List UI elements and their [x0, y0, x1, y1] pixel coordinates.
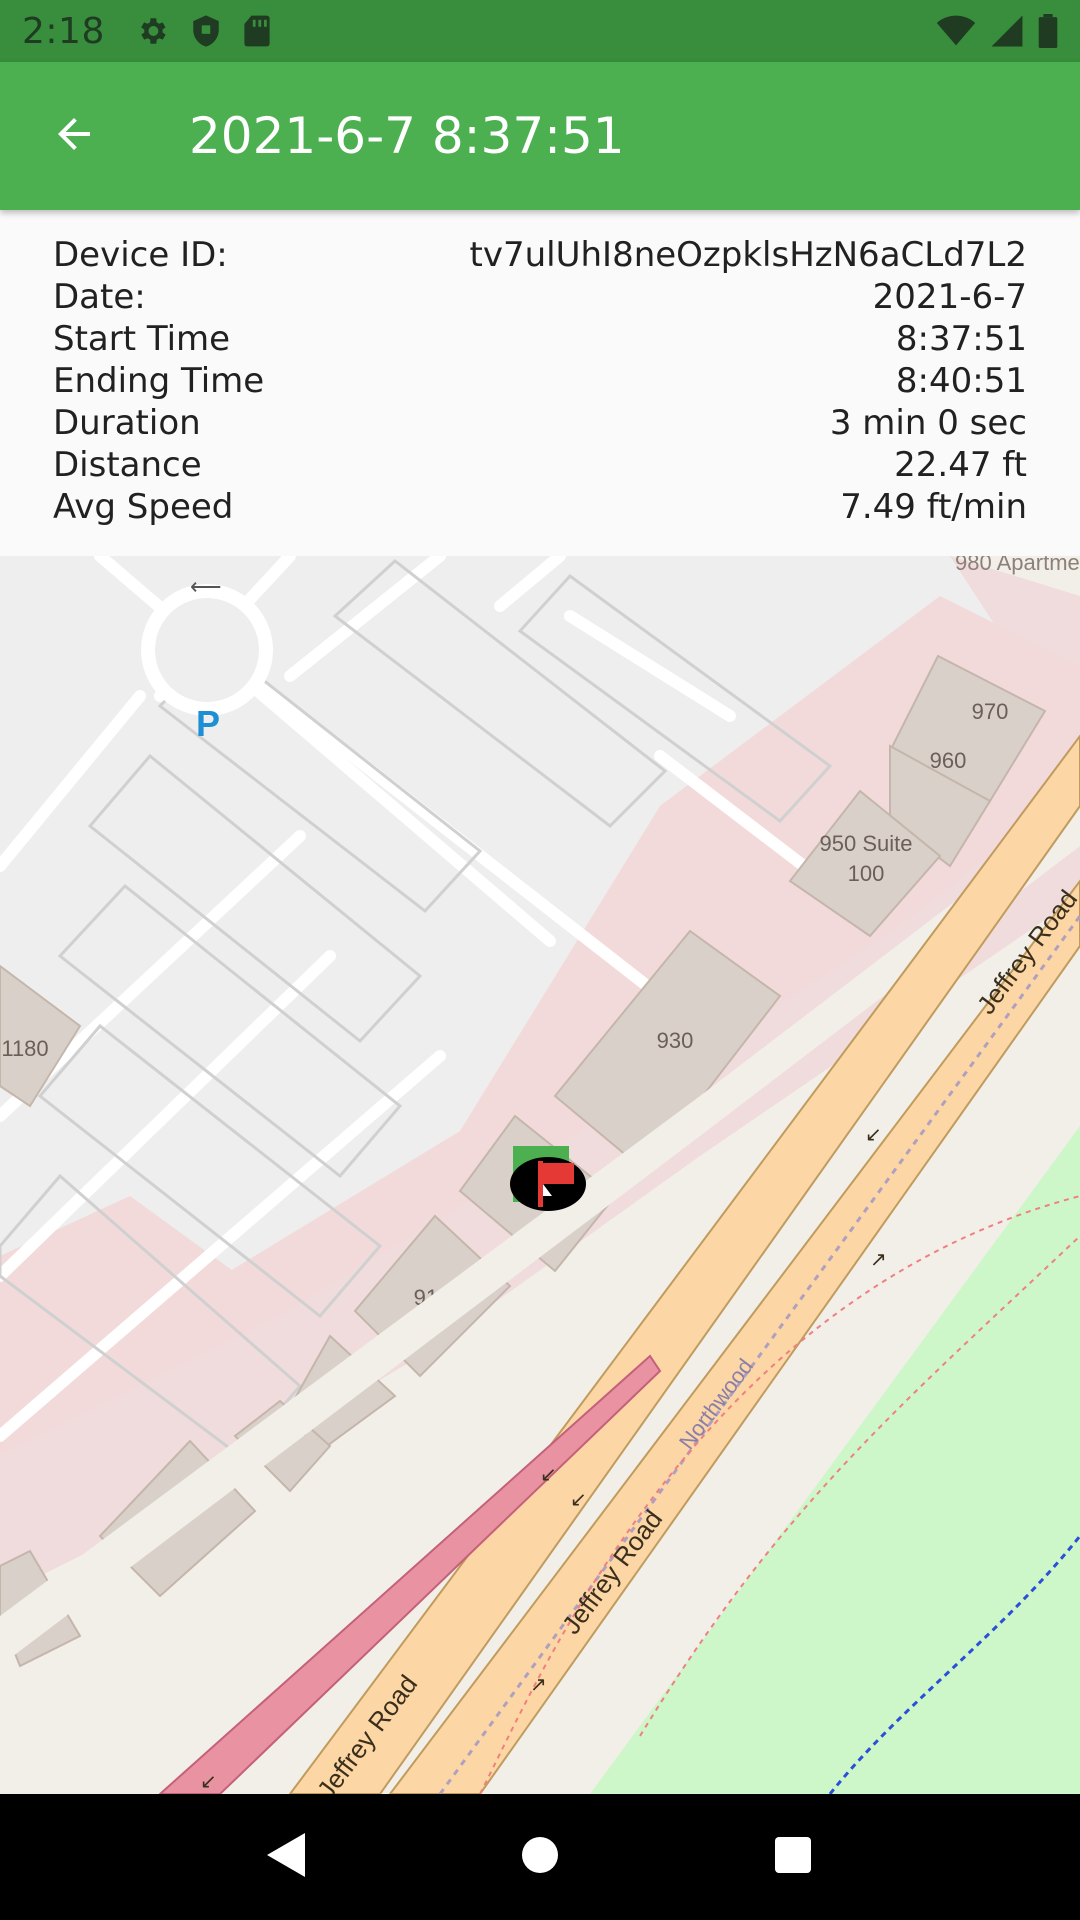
detail-row-ending-time: Ending Time 8:40:51 — [53, 360, 1027, 402]
signal-icon — [990, 14, 1024, 48]
recents-square-icon — [773, 1835, 813, 1879]
nav-back-button[interactable] — [247, 1817, 327, 1897]
building-label: 100 — [848, 861, 885, 886]
building-label: 960 — [930, 748, 967, 773]
nav-recents-button[interactable] — [753, 1817, 833, 1897]
detail-row-duration: Duration 3 min 0 sec — [53, 402, 1027, 444]
svg-text:↙: ↙ — [200, 1771, 217, 1793]
detail-value: 8:40:51 — [895, 361, 1027, 401]
arrow-back-icon — [50, 110, 98, 162]
detail-value: 2021-6-7 — [872, 277, 1027, 317]
back-triangle-icon — [265, 1831, 309, 1883]
wifi-icon — [936, 15, 976, 47]
gear-icon — [135, 14, 169, 48]
system-nav-bar — [0, 1794, 1080, 1920]
detail-row-distance: Distance 22.47 ft — [53, 444, 1027, 486]
app-bar: 2021-6-7 8:37:51 — [0, 62, 1080, 210]
top-building-label: 980 Apartments — [955, 556, 1080, 575]
detail-row-date: Date: 2021-6-7 — [53, 276, 1027, 318]
trip-details: Device ID: tv7ulUhI8neOzpklsHzN6aCLd7L2 … — [0, 210, 1080, 556]
detail-label: Date: — [53, 277, 146, 317]
detail-label: Distance — [53, 445, 202, 485]
detail-value: 22.47 ft — [894, 445, 1027, 485]
detail-value: 7.49 ft/min — [840, 487, 1027, 527]
battery-icon — [1038, 14, 1058, 48]
nav-home-button[interactable] — [500, 1817, 580, 1897]
building-label: 1180 — [1, 1036, 48, 1061]
building-label: 950 Suite — [820, 831, 913, 856]
back-button[interactable] — [0, 62, 148, 210]
detail-value: tv7ulUhI8neOzpklsHzN6aCLd7L2 — [469, 235, 1027, 275]
status-bar: 2:18 — [0, 0, 1080, 62]
home-circle-icon — [520, 1835, 560, 1879]
building-label: 970 — [972, 699, 1009, 724]
detail-label: Device ID: — [53, 235, 228, 275]
svg-text:↗: ↗ — [870, 1249, 887, 1271]
building-label: 930 — [657, 1028, 694, 1053]
shield-icon — [191, 14, 221, 48]
detail-value: 8:37:51 — [895, 319, 1027, 359]
page-title: 2021-6-7 8:37:51 — [189, 107, 625, 165]
trip-map[interactable]: ⟵ P 970 960 950 Suite 100 930 1180 910 9… — [0, 556, 1080, 1794]
svg-text:⟵: ⟵ — [190, 574, 222, 599]
svg-text:↙: ↙ — [540, 1464, 557, 1486]
svg-text:↙: ↙ — [865, 1124, 882, 1146]
detail-label: Avg Speed — [53, 487, 234, 527]
detail-value: 3 min 0 sec — [829, 403, 1027, 443]
detail-row-device-id: Device ID: tv7ulUhI8neOzpklsHzN6aCLd7L2 — [53, 234, 1027, 276]
svg-text:↗: ↗ — [530, 1674, 547, 1696]
detail-row-avg-speed: Avg Speed 7.49 ft/min — [53, 486, 1027, 528]
detail-label: Duration — [53, 403, 201, 443]
parking-label: P — [196, 703, 220, 744]
svg-text:↙: ↙ — [570, 1489, 587, 1511]
detail-label: Start Time — [53, 319, 231, 359]
status-time: 2:18 — [22, 10, 105, 52]
detail-label: Ending Time — [53, 361, 265, 401]
sd-card-icon — [243, 14, 271, 48]
detail-row-start-time: Start Time 8:37:51 — [53, 318, 1027, 360]
